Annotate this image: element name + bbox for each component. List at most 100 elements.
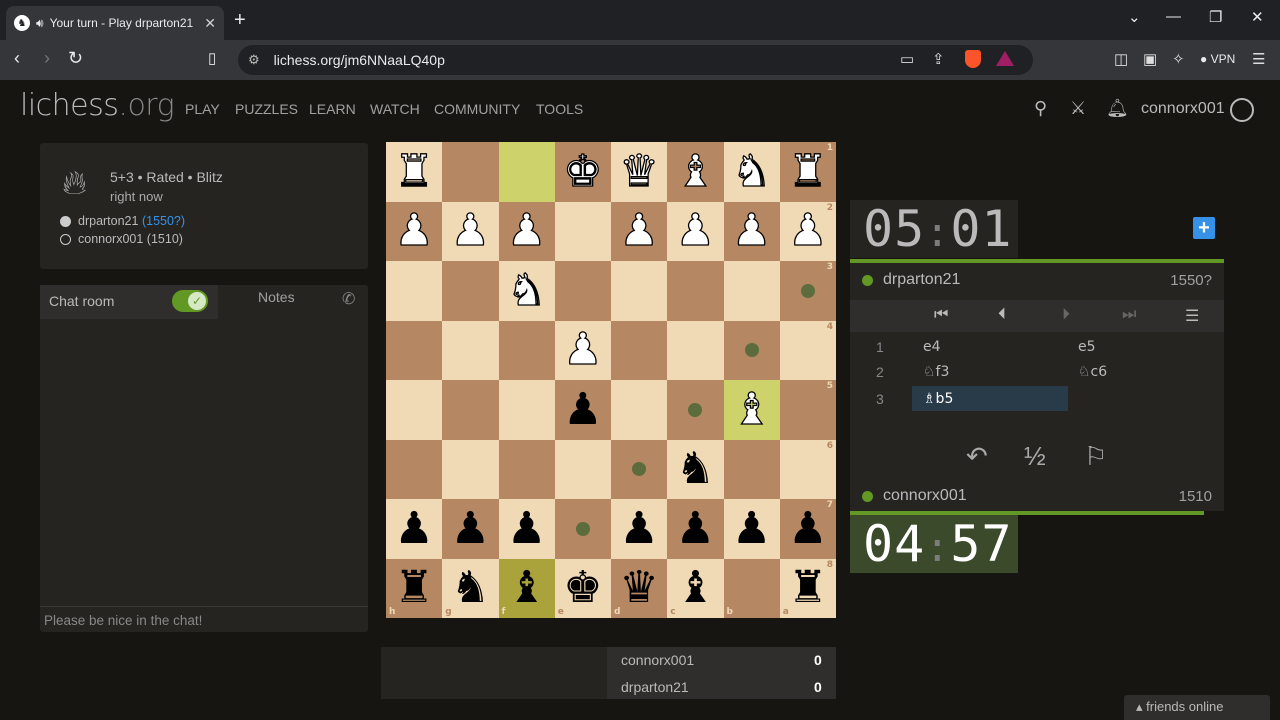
white-queen-icon[interactable]: ♛ — [619, 149, 660, 194]
legal-move-dot[interactable] — [744, 343, 759, 358]
board-square[interactable]: ♞ — [498, 261, 555, 321]
legal-move-dot[interactable] — [632, 462, 647, 477]
move-white[interactable]: e4 — [923, 339, 941, 355]
white-pawn-icon[interactable]: ♟ — [675, 208, 716, 253]
nav-watch[interactable]: WATCH — [370, 101, 420, 117]
black-pawn-icon[interactable]: ♟ — [676, 506, 715, 551]
search-icon[interactable]: ⚲ — [1034, 98, 1047, 119]
board-square[interactable] — [611, 261, 668, 321]
board-square[interactable] — [386, 261, 443, 321]
board-square[interactable] — [498, 142, 555, 202]
move-white-current[interactable]: ♗b5 — [923, 391, 953, 407]
last-move-icon[interactable]: ⏭ — [1122, 306, 1136, 324]
board-square[interactable]: 3 — [779, 261, 836, 321]
browser-tab[interactable]: ♞ 🔊︎ Your turn - Play drparton21 ✕ — [6, 6, 224, 40]
white-pawn-icon[interactable]: ♟ — [506, 208, 547, 253]
board-square[interactable] — [386, 439, 443, 499]
board-square[interactable]: 4 — [779, 320, 836, 380]
board-square[interactable]: ♞ — [667, 439, 724, 499]
white-pawn-icon[interactable]: ♟ — [787, 208, 828, 253]
white-pawn-icon[interactable]: ♟ — [450, 208, 491, 253]
vpn-button[interactable]: ● VPN — [1200, 52, 1235, 66]
black-pawn-icon[interactable]: ♟ — [732, 506, 771, 551]
board-square[interactable]: 5 — [779, 380, 836, 440]
board-square[interactable]: ♝ f — [498, 558, 555, 618]
board-square[interactable]: ♟ 2 — [779, 201, 836, 261]
site-info-icon[interactable]: ⚙ — [248, 52, 260, 68]
board-square[interactable]: ♚ — [554, 142, 611, 202]
board-square[interactable]: ♟ — [554, 320, 611, 380]
black-knight-icon[interactable]: ♞ — [676, 447, 715, 491]
player-name[interactable]: connorx001 — [883, 487, 1179, 505]
move-black[interactable]: e5 — [1078, 339, 1096, 355]
new-tab-button[interactable]: + — [234, 9, 246, 32]
nav-learn[interactable]: LEARN — [309, 101, 356, 117]
cast-icon[interactable]: ▭ — [900, 50, 914, 68]
board-square[interactable]: ♟ — [442, 499, 499, 559]
board-square[interactable]: ♜ — [386, 142, 443, 202]
username-link[interactable]: connorx001 — [1141, 100, 1225, 118]
minimize-button[interactable]: — — [1166, 8, 1181, 25]
board-square[interactable] — [442, 380, 499, 440]
white-player-name[interactable]: drparton21 — [78, 214, 138, 228]
opponent-row[interactable]: drparton21 1550? — [850, 264, 1224, 296]
board-square[interactable]: b — [723, 558, 780, 618]
board-square[interactable]: ♟ — [611, 201, 668, 261]
challenge-swords-icon[interactable]: ⚔ — [1070, 98, 1086, 119]
board-square[interactable]: ♝ — [723, 380, 780, 440]
legal-move-dot[interactable] — [688, 402, 703, 417]
board-square[interactable]: ♟ — [667, 201, 724, 261]
bookmark-icon[interactable]: ▯ — [208, 49, 216, 67]
board-square[interactable]: ♝ — [667, 142, 724, 202]
move-black[interactable]: ♘c6 — [1078, 364, 1107, 380]
board-square[interactable] — [554, 439, 611, 499]
tab-notes[interactable]: Notes — [258, 289, 295, 305]
chat-toggle[interactable]: ✓ — [172, 290, 208, 312]
board-square[interactable] — [386, 320, 443, 380]
notification-bell-icon[interactable]: 🔔︎ — [1106, 98, 1129, 119]
friends-online-button[interactable]: ▴ friends online — [1124, 695, 1270, 720]
black-player-name[interactable]: connorx001 (1510) — [78, 232, 183, 246]
close-tab-icon[interactable]: ✕ — [204, 15, 216, 32]
board-square[interactable] — [667, 320, 724, 380]
nav-community[interactable]: COMMUNITY — [434, 101, 520, 117]
nav-tools[interactable]: TOOLS — [536, 101, 583, 117]
board-square[interactable] — [442, 261, 499, 321]
board-square[interactable]: ♟ — [723, 499, 780, 559]
board-square[interactable]: ♟ — [611, 499, 668, 559]
white-knight-icon[interactable]: ♞ — [506, 268, 547, 313]
board-square[interactable]: ♞ g — [442, 558, 499, 618]
lichess-logo[interactable]: lichess.org — [20, 88, 175, 123]
forward-button[interactable]: › — [44, 48, 50, 69]
board-square[interactable]: ♛ d — [611, 558, 668, 618]
brave-rewards-icon[interactable] — [996, 51, 1014, 66]
white-player-line[interactable]: drparton21 (1550?) — [60, 214, 185, 228]
sidebar-icon[interactable]: ◫ — [1114, 50, 1128, 68]
board-square[interactable] — [611, 380, 668, 440]
black-player-line[interactable]: connorx001 (1510) — [60, 232, 183, 246]
nav-puzzles[interactable]: PUZZLES — [235, 101, 298, 117]
board-square[interactable]: ♟ — [723, 201, 780, 261]
close-window-button[interactable]: ✕ — [1251, 8, 1264, 26]
board-square[interactable] — [554, 261, 611, 321]
black-pawn-icon[interactable]: ♟ — [788, 506, 827, 551]
first-move-icon[interactable]: ⏮ — [934, 306, 948, 324]
chat-room-label[interactable]: Chat room — [49, 293, 114, 309]
board-square[interactable] — [667, 261, 724, 321]
board-square[interactable] — [442, 142, 499, 202]
hamburger-menu-icon[interactable]: ☰ — [1185, 306, 1199, 326]
board-square[interactable] — [498, 380, 555, 440]
black-rook-icon[interactable]: ♜ — [394, 566, 433, 610]
board-square[interactable] — [611, 439, 668, 499]
board-square[interactable]: ♛ — [611, 142, 668, 202]
board-square[interactable] — [611, 320, 668, 380]
crosstable-player[interactable]: connorx001 — [621, 652, 694, 668]
wallet-icon[interactable]: ▣ — [1143, 50, 1157, 68]
white-pawn-icon[interactable]: ♟ — [731, 208, 772, 253]
white-bishop-icon[interactable]: ♝ — [731, 387, 772, 432]
nav-play[interactable]: PLAY — [185, 101, 220, 117]
board-square[interactable]: ♟ — [386, 201, 443, 261]
board-square[interactable]: ♝ c — [667, 558, 724, 618]
offer-draw-button[interactable]: ½ — [1024, 441, 1046, 472]
black-king-icon[interactable]: ♚ — [563, 566, 602, 610]
